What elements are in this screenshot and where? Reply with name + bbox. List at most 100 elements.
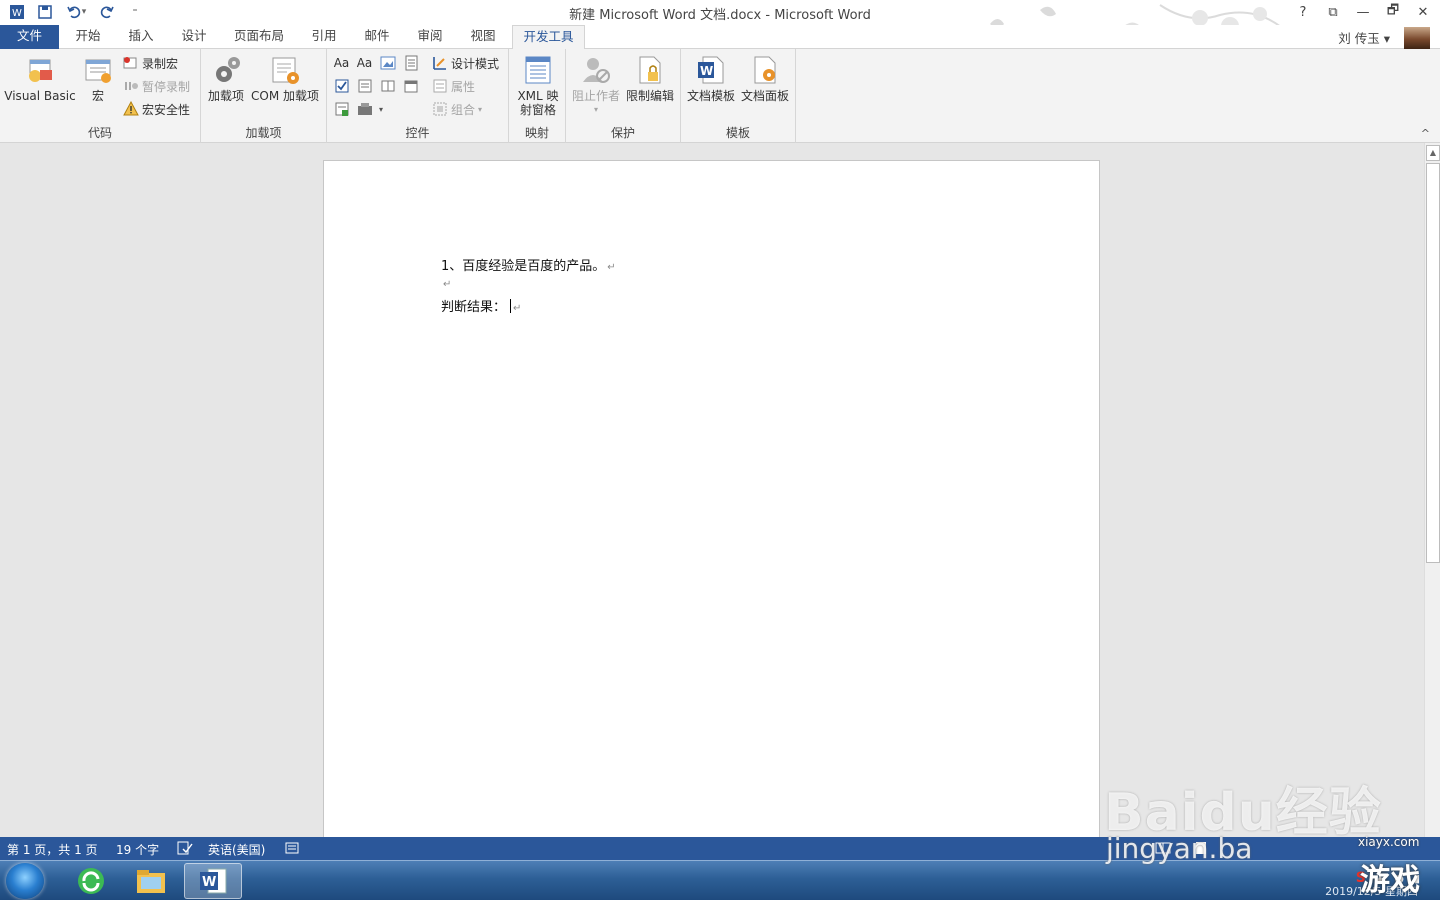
restrict-editing-button[interactable]: 限制编辑 xyxy=(624,53,676,103)
xml-mapping-pane-button[interactable]: XML 映 射窗格 xyxy=(513,53,563,117)
building-block-control-icon[interactable] xyxy=(402,55,419,72)
tab-insert[interactable]: 插入 xyxy=(119,25,163,49)
legacy-tools-icon[interactable] xyxy=(356,101,373,118)
xml-mapping-label-line1: XML 映 xyxy=(517,89,559,103)
proofing-icon[interactable] xyxy=(177,841,193,858)
xml-mapping-label-line2: 射窗格 xyxy=(519,103,556,117)
windows-taskbar: W S ▲ ● ▮ 2019/12/5 星期四 xyxy=(0,860,1440,900)
text-cursor xyxy=(510,299,512,313)
minimize-button[interactable]: — xyxy=(1350,2,1376,22)
document-template-button[interactable]: W 文档模板 xyxy=(685,53,737,103)
visual-basic-icon xyxy=(23,53,57,87)
block-authors-button[interactable]: 阻止作者 ▾ xyxy=(570,53,622,117)
properties-label: 属性 xyxy=(451,79,476,94)
macro-security-label: 宏安全性 xyxy=(142,102,191,117)
block-authors-icon xyxy=(579,53,613,87)
game-watermark: 游戏 xyxy=(1360,863,1420,898)
word-count[interactable]: 19 个字 xyxy=(116,841,159,858)
combo-box-control-icon[interactable] xyxy=(356,78,373,95)
paragraph-3-text: 判断结果： xyxy=(441,300,507,315)
design-mode-button[interactable]: 设计模式 xyxy=(431,53,499,73)
tab-view[interactable]: 视图 xyxy=(461,25,505,49)
browser-taskbar-icon[interactable] xyxy=(62,863,120,899)
record-macro-button[interactable]: 录制宏 xyxy=(122,53,178,73)
window-controls: ? ⧉ — 🗗 ✕ xyxy=(1290,2,1436,22)
avatar[interactable] xyxy=(1404,27,1430,49)
pause-recording-button[interactable]: 暂停录制 xyxy=(122,76,190,96)
title-bar: W ▾ ⁼ 新建 Microsoft Word 文档.docx - Micros… xyxy=(0,0,1440,36)
svg-text:W: W xyxy=(700,64,713,78)
help-button[interactable]: ? xyxy=(1290,2,1316,22)
com-addins-label: COM 加载项 xyxy=(251,89,319,103)
vertical-scrollbar[interactable]: ▲ xyxy=(1424,143,1440,837)
com-addins-icon xyxy=(268,53,302,87)
addins-button[interactable]: 加载项 xyxy=(206,53,246,103)
design-mode-label: 设计模式 xyxy=(451,56,500,71)
paragraph-mark: ↵ xyxy=(443,279,452,290)
legacy-tools-dropdown-icon[interactable]: ▾ xyxy=(379,105,383,114)
repeating-section-control-icon[interactable] xyxy=(333,101,350,118)
pause-icon xyxy=(122,78,139,95)
close-button[interactable]: ✕ xyxy=(1410,2,1436,22)
paragraph-2[interactable]: ↵ xyxy=(441,276,451,291)
group-templates: W 文档模板 文档面板 模板 xyxy=(681,49,796,143)
document-panel-button[interactable]: 文档面板 xyxy=(739,53,791,103)
block-authors-dropdown-icon: ▾ xyxy=(593,105,598,114)
picture-control-icon[interactable] xyxy=(379,55,396,72)
group-button[interactable]: 组合 ▾ xyxy=(431,99,482,119)
tab-mailings[interactable]: 邮件 xyxy=(355,25,399,49)
language-indicator[interactable]: 英语(美国) xyxy=(208,841,265,858)
group-templates-label: 模板 xyxy=(725,126,750,140)
macros-button[interactable]: 宏 xyxy=(80,53,116,103)
ribbon-display-options-button[interactable]: ⧉ xyxy=(1320,2,1346,22)
paragraph-1[interactable]: 1、百度经验是百度的产品。 ↵ xyxy=(441,255,616,274)
site-watermark: xiayx.com xyxy=(1358,835,1420,849)
design-mode-icon xyxy=(431,55,448,72)
group-protect-label: 保护 xyxy=(610,126,635,140)
group-dropdown-icon: ▾ xyxy=(478,104,483,114)
tab-file[interactable]: 文件 xyxy=(0,25,59,49)
user-account[interactable]: 刘 传玉 ▾ xyxy=(1338,28,1390,47)
jingyan-watermark: jingyan.ba xyxy=(1106,832,1253,865)
controls-row-1: Aa Aa xyxy=(333,53,419,73)
tab-page-layout[interactable]: 页面布局 xyxy=(226,25,292,49)
page-count[interactable]: 第 1 页，共 1 页 xyxy=(7,841,98,858)
date-picker-control-icon[interactable] xyxy=(402,78,419,95)
group-addins: 加载项 COM 加载项 加载项 xyxy=(201,49,327,143)
visual-basic-button[interactable]: Visual Basic xyxy=(4,53,76,103)
checkbox-control-icon[interactable] xyxy=(333,78,350,95)
controls-row-3: ▾ xyxy=(333,99,383,119)
lock-icon xyxy=(633,53,667,87)
group-code-label: 代码 xyxy=(87,126,112,140)
document-page[interactable]: 1、百度经验是百度的产品。 ↵ ↵ 判断结果： ↵ xyxy=(323,160,1100,860)
com-addins-button[interactable]: COM 加载项 xyxy=(248,53,322,103)
dropdown-list-control-icon[interactable] xyxy=(379,78,396,95)
group-code: Visual Basic 宏 录制宏 暂停录制 宏安全性 代码 xyxy=(0,49,201,143)
group-icon xyxy=(431,101,448,118)
file-explorer-taskbar-icon[interactable] xyxy=(122,863,180,899)
start-button[interactable] xyxy=(6,863,44,899)
paragraph-mark: ↵ xyxy=(607,262,616,273)
tab-design[interactable]: 设计 xyxy=(172,25,216,49)
paragraph-3[interactable]: 判断结果： ↵ xyxy=(441,296,521,315)
warning-icon xyxy=(122,101,139,118)
xml-mapping-icon xyxy=(521,53,555,87)
gear-icon xyxy=(209,53,243,87)
macro-security-button[interactable]: 宏安全性 xyxy=(122,99,190,119)
tab-home[interactable]: 开始 xyxy=(66,25,110,49)
rich-text-control-icon[interactable]: Aa xyxy=(333,55,350,72)
word-taskbar-icon[interactable]: W xyxy=(184,863,242,899)
tab-developer[interactable]: 开发工具 xyxy=(512,25,585,50)
scroll-up-icon[interactable]: ▲ xyxy=(1426,145,1440,161)
plain-text-control-icon[interactable]: Aa xyxy=(356,55,373,72)
collapse-ribbon-icon[interactable]: ^ xyxy=(1421,127,1430,140)
restore-button[interactable]: 🗗 xyxy=(1380,2,1406,22)
restrict-editing-label: 限制编辑 xyxy=(625,89,674,103)
paragraph-1-text: 1、百度经验是百度的产品。 xyxy=(441,259,606,274)
document-template-label: 文档模板 xyxy=(686,89,735,103)
macro-record-icon[interactable] xyxy=(285,841,299,858)
scrollbar-thumb[interactable] xyxy=(1426,163,1440,563)
tab-references[interactable]: 引用 xyxy=(302,25,346,49)
properties-button[interactable]: 属性 xyxy=(431,76,475,96)
tab-review[interactable]: 审阅 xyxy=(408,25,452,49)
